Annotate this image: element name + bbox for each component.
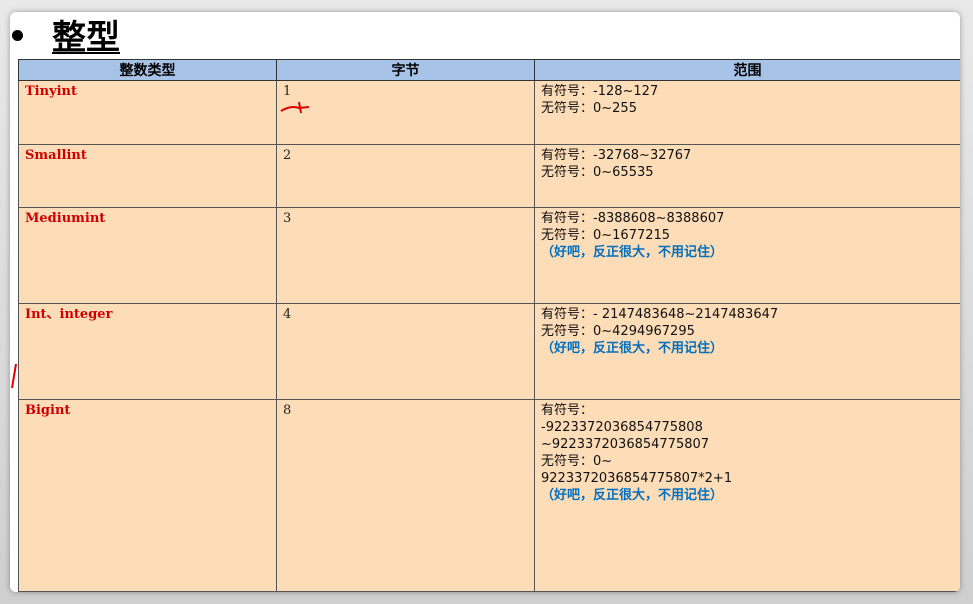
range-line: 有符号：-128~127	[541, 84, 659, 99]
range-note: （好吧，反正很大，不用记住）	[541, 245, 724, 260]
table-row: Tinyint 1 有符号：-128~127 无符号：0~255	[18, 80, 960, 145]
range-cell: 有符号： -9223372036854775808 ~9223372036854…	[534, 399, 960, 592]
range-line: 有符号：- 2147483648~2147483647	[541, 307, 779, 322]
header-type: 整数类型	[18, 59, 277, 81]
bytes-value: 2	[283, 148, 292, 163]
bytes-value: 1	[283, 84, 292, 99]
range-line: 无符号：0~65535	[541, 165, 654, 180]
range-cell: 有符号：-8388608~8388607 无符号：0~1677215 （好吧，反…	[534, 207, 960, 304]
bytes-value: 4	[283, 307, 292, 322]
table-row: Mediumint 3 有符号：-8388608~8388607 无符号：0~1…	[18, 207, 960, 304]
table-row: Int、integer 4 有符号：- 2147483648~214748364…	[18, 303, 960, 400]
type-name: Smallint	[25, 148, 87, 163]
type-name: Tinyint	[25, 84, 78, 99]
range-cell: 有符号：-128~127 无符号：0~255	[534, 80, 960, 145]
title-row: 整型	[10, 12, 960, 60]
type-cell: Tinyint	[18, 80, 277, 145]
range-line: 无符号：0~1677215	[541, 228, 671, 243]
type-name: Bigint	[25, 403, 71, 418]
range-line: -9223372036854775808	[541, 420, 703, 435]
table-row: Bigint 8 有符号： -9223372036854775808 ~9223…	[18, 399, 960, 592]
slide: 整型 整数类型 字节 范围 Tinyint 1 有符号：-128~127 无符号…	[10, 12, 960, 592]
range-line: 有符号：-8388608~8388607	[541, 211, 725, 226]
side-pen-mark-icon	[11, 363, 17, 389]
type-cell: Int、integer	[18, 303, 277, 400]
bytes-cell: 1	[276, 80, 535, 145]
range-note: （好吧，反正很大，不用记住）	[541, 341, 724, 356]
range-line: 无符号：0~255	[541, 101, 637, 116]
range-line: ~9223372036854775807	[541, 437, 710, 452]
bullet-icon	[12, 30, 23, 41]
range-line: 有符号：-32768~32767	[541, 148, 692, 163]
integer-types-table: 整数类型 字节 范围 Tinyint 1 有符号：-128~127 无符号：0~…	[18, 59, 960, 592]
header-bytes: 字节	[276, 59, 535, 81]
type-name: Mediumint	[25, 211, 106, 226]
range-line: 无符号：0~4294967295	[541, 324, 695, 339]
slide-title: 整型	[52, 18, 120, 58]
range-cell: 有符号：-32768~32767 无符号：0~65535	[534, 144, 960, 208]
bytes-value: 8	[283, 403, 292, 418]
bytes-value: 3	[283, 211, 292, 226]
type-cell: Mediumint	[18, 207, 277, 304]
bytes-cell: 8	[276, 399, 535, 592]
bytes-cell: 2	[276, 144, 535, 208]
header-range: 范围	[534, 59, 960, 81]
bytes-cell: 3	[276, 207, 535, 304]
bytes-cell: 4	[276, 303, 535, 400]
range-line: 无符号：0~	[541, 454, 613, 469]
range-cell: 有符号：- 2147483648~2147483647 无符号：0~429496…	[534, 303, 960, 400]
range-line: 有符号：	[541, 403, 594, 418]
table-header-row: 整数类型 字节 范围	[18, 59, 960, 81]
handwritten-mark-icon	[280, 101, 310, 114]
table-row: Smallint 2 有符号：-32768~32767 无符号：0~65535	[18, 144, 960, 208]
type-name: Int、integer	[25, 307, 113, 322]
range-line: 9223372036854775807*2+1	[541, 471, 733, 486]
type-cell: Smallint	[18, 144, 277, 208]
type-cell: Bigint	[18, 399, 277, 592]
range-note: （好吧，反正很大，不用记住）	[541, 488, 724, 503]
